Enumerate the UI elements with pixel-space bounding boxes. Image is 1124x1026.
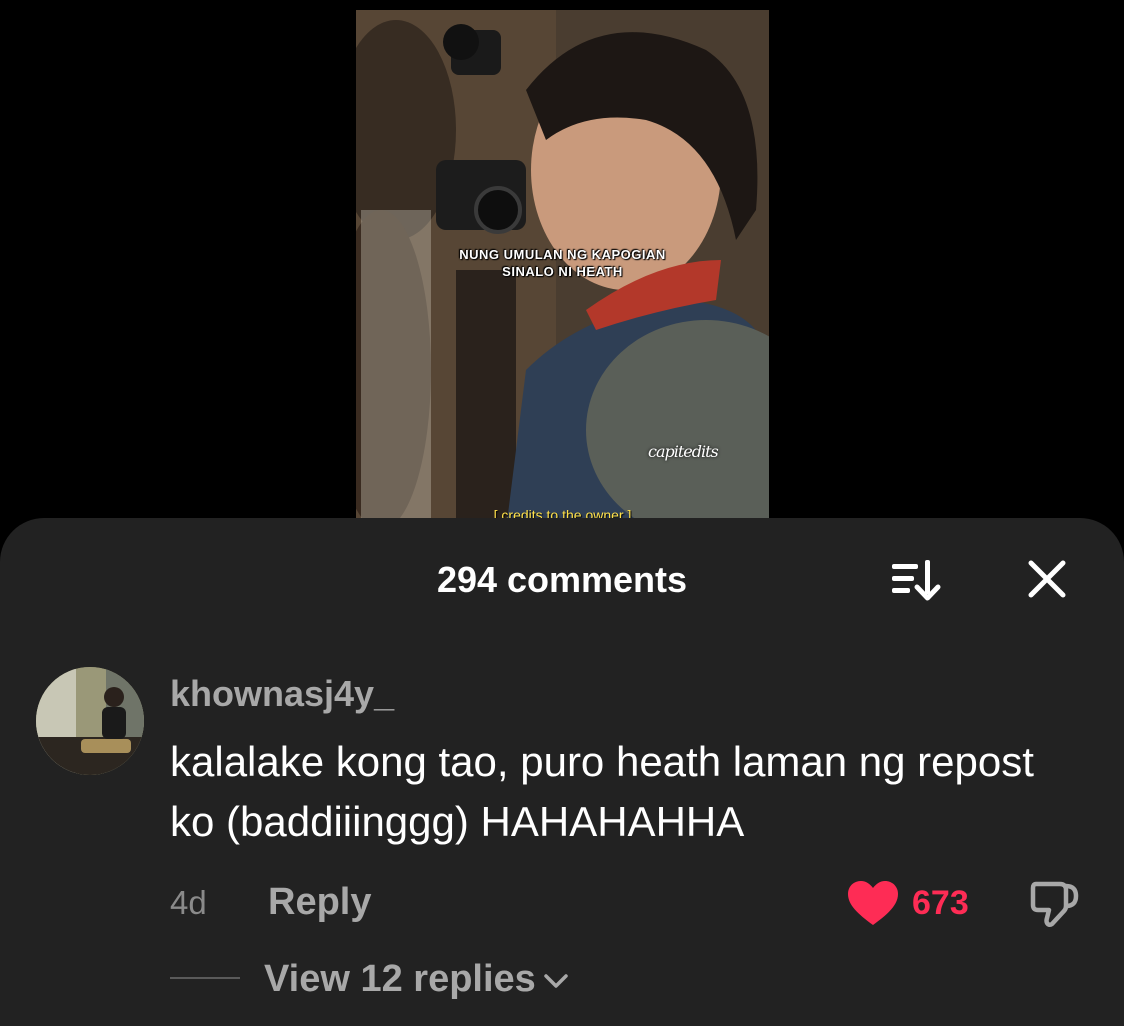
sort-icon bbox=[892, 560, 941, 601]
thumbs-down-icon bbox=[1030, 881, 1079, 928]
chevron-down-icon bbox=[544, 974, 568, 988]
sort-comments-button[interactable] bbox=[884, 552, 946, 606]
close-comments-button[interactable] bbox=[1018, 552, 1076, 606]
video-caption-line-1: NUNG UMULAN NG KAPOGIAN bbox=[459, 247, 666, 262]
video-caption: NUNG UMULAN NG KAPOGIAN SINALO NI HEATH bbox=[356, 246, 769, 280]
video-watermark: capitedits bbox=[648, 442, 719, 461]
like-button[interactable]: 673 bbox=[846, 874, 969, 932]
screen: NUNG UMULAN NG KAPOGIAN SINALO NI HEATH … bbox=[0, 0, 1124, 1026]
video-player[interactable]: NUNG UMULAN NG KAPOGIAN SINALO NI HEATH … bbox=[356, 10, 769, 530]
view-replies-label: View 12 replies bbox=[264, 958, 536, 1000]
view-replies-button[interactable]: View 12 replies bbox=[264, 956, 570, 1002]
dislike-button[interactable] bbox=[1024, 874, 1084, 932]
avatar-image bbox=[36, 667, 144, 775]
comment-text: kalalake kong tao, puro heath laman ng r… bbox=[170, 738, 1034, 845]
replies-divider bbox=[170, 977, 240, 979]
video-caption-line-2: SINALO NI HEATH bbox=[502, 264, 623, 279]
comments-count-title: 294 comments bbox=[436, 559, 688, 600]
heart-filled-icon bbox=[848, 881, 898, 925]
close-icon bbox=[1028, 560, 1066, 598]
comment-timestamp: 4d bbox=[170, 884, 207, 921]
avatar[interactable] bbox=[36, 667, 144, 775]
like-count: 673 bbox=[912, 884, 969, 922]
reply-button[interactable]: Reply bbox=[268, 879, 371, 925]
comment-username[interactable]: khownasj4y_ bbox=[170, 672, 394, 716]
